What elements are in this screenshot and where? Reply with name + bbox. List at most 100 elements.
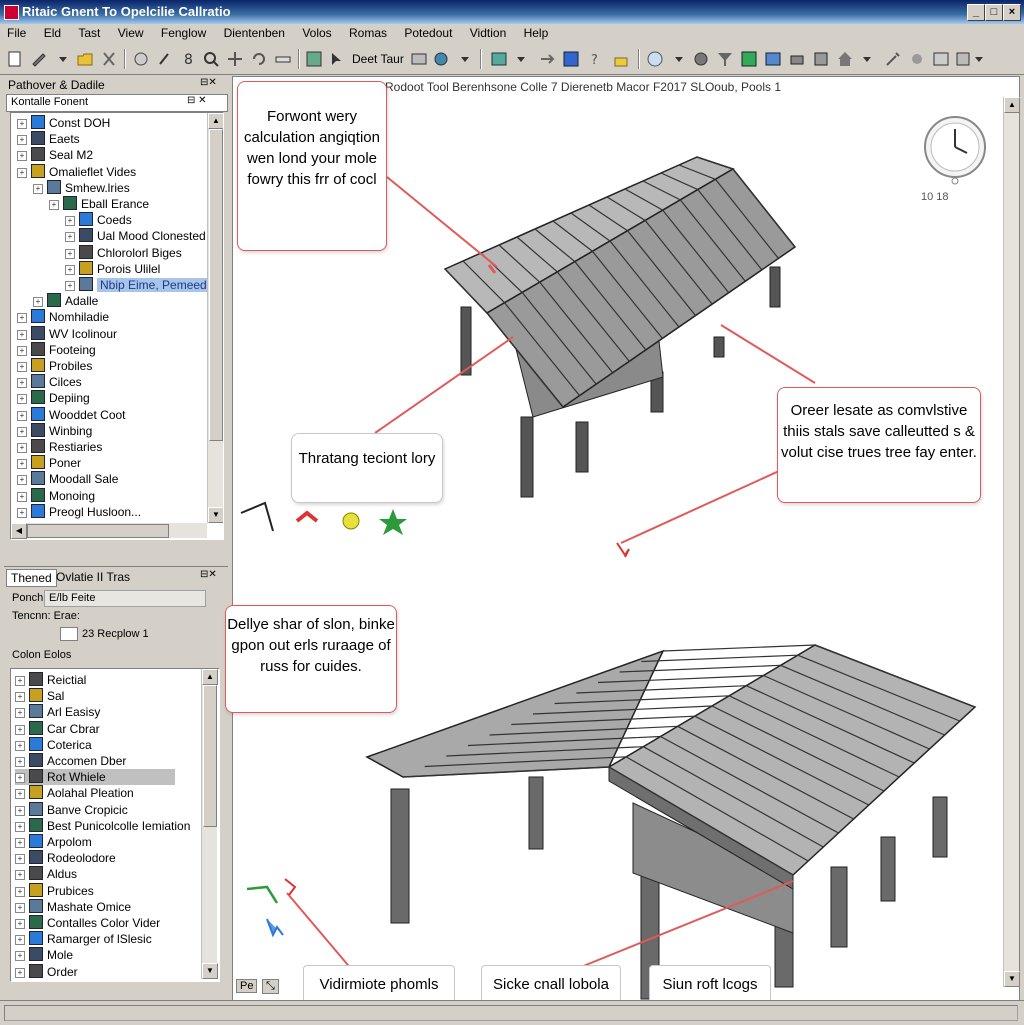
panel-close-icon[interactable]: ⊟✕: [200, 77, 217, 88]
lock-icon[interactable]: [612, 50, 630, 68]
expand-icon[interactable]: +: [65, 264, 75, 275]
list-item[interactable]: + Car Cbrar: [15, 720, 100, 737]
list-item[interactable]: + Contalles Color Vider: [15, 915, 160, 931]
filter-field[interactable]: Kontalle Fonent ⊟ ✕: [6, 94, 228, 112]
dropdown-arrow-icon[interactable]: [456, 50, 474, 68]
expand-icon[interactable]: +: [17, 443, 27, 453]
tree-item[interactable]: + Ual Mood Clonested: [65, 228, 206, 244]
close-button[interactable]: ×: [1003, 4, 1021, 21]
list-item[interactable]: + Order: [15, 963, 78, 980]
tree-item[interactable]: + Porois Ulilel: [65, 260, 160, 277]
hscroll-thumb[interactable]: [27, 524, 169, 538]
render-icon[interactable]: [410, 50, 428, 68]
dropdown-arrow-icon[interactable]: [512, 50, 530, 68]
menu-item[interactable]: File: [0, 24, 33, 42]
menu-item[interactable]: Help: [517, 24, 556, 42]
expand-icon[interactable]: +: [17, 475, 27, 486]
expand-icon[interactable]: +: [17, 378, 27, 389]
pointer-icon[interactable]: [328, 50, 346, 68]
tree-item[interactable]: + WV Icolinour: [17, 325, 117, 342]
snap-icon[interactable]: 8: [180, 50, 198, 68]
expand-icon[interactable]: +: [17, 362, 27, 372]
filter-options-icon[interactable]: ⊟ ✕: [187, 95, 207, 106]
expand-icon[interactable]: +: [65, 248, 75, 259]
clock-widget[interactable]: [924, 116, 986, 185]
options-icon[interactable]: [908, 50, 926, 68]
expand-icon[interactable]: +: [17, 345, 27, 356]
expand-icon[interactable]: +: [15, 724, 25, 735]
export-icon[interactable]: [812, 50, 830, 68]
expand-icon[interactable]: +: [15, 919, 25, 929]
rotate-icon[interactable]: [250, 50, 268, 68]
panel-close-icon[interactable]: ⊟✕: [200, 569, 217, 580]
menu-item[interactable]: Romas: [342, 24, 394, 42]
tree-item[interactable]: + Chlorolorl Biges: [65, 244, 182, 261]
grid-icon[interactable]: [305, 50, 323, 68]
tree-item[interactable]: + Restiaries: [17, 439, 102, 455]
tree-item[interactable]: + Preogl Husloon...: [17, 503, 141, 520]
list-item[interactable]: + Aolahal Pleation: [15, 785, 134, 801]
image-icon[interactable]: [764, 50, 782, 68]
filter-icon[interactable]: [716, 50, 734, 68]
expand-icon[interactable]: +: [17, 394, 27, 405]
menu-item[interactable]: View: [111, 24, 151, 42]
open-folder-icon[interactable]: [76, 50, 94, 68]
expand-icon[interactable]: +: [17, 167, 27, 178]
scroll-up-icon[interactable]: ▲: [202, 669, 218, 685]
expand-icon[interactable]: +: [15, 789, 25, 800]
menu-item[interactable]: Dientenben: [217, 24, 292, 42]
tools-icon[interactable]: [884, 50, 902, 68]
expand-icon[interactable]: +: [65, 216, 75, 227]
scroll-left-icon[interactable]: ◀: [11, 523, 27, 539]
tree-hscrollbar[interactable]: ◀: [11, 523, 207, 539]
expand-icon[interactable]: +: [65, 232, 75, 243]
expand-icon[interactable]: +: [17, 426, 27, 437]
expand-icon[interactable]: +: [17, 459, 27, 470]
expand-icon[interactable]: +: [15, 854, 25, 865]
list-item[interactable]: + Rot Whiele: [15, 769, 175, 786]
properties-icon[interactable]: [740, 50, 758, 68]
layers-icon[interactable]: [490, 50, 508, 68]
tree-item[interactable]: + Probiles: [17, 358, 92, 374]
expand-icon[interactable]: +: [17, 491, 27, 502]
expand-icon[interactable]: +: [65, 281, 75, 291]
list-item[interactable]: + Arpolom: [15, 834, 92, 850]
expand-icon[interactable]: +: [15, 902, 25, 913]
list-item[interactable]: + Ramarger of lSlesic: [15, 931, 152, 947]
shade-icon[interactable]: [432, 50, 450, 68]
list-item[interactable]: + Aldus: [15, 866, 77, 882]
expand-icon[interactable]: +: [15, 692, 25, 703]
list-scrollbar[interactable]: ▲ ▼: [201, 669, 218, 979]
tool-icon[interactable]: [132, 50, 150, 68]
list-item[interactable]: + Banve Cropicic: [15, 801, 128, 818]
maximize-button[interactable]: □: [985, 4, 1003, 21]
scroll-thumb[interactable]: [209, 129, 223, 441]
scale-icon[interactable]: ⤡: [262, 979, 279, 994]
cut-icon[interactable]: [100, 50, 118, 68]
expand-icon[interactable]: +: [15, 773, 25, 784]
tree-item[interactable]: + Const DOH: [17, 115, 110, 131]
expand-icon[interactable]: +: [15, 740, 25, 751]
expand-icon[interactable]: +: [15, 870, 25, 881]
tree-item[interactable]: + Wooddet Coot: [17, 406, 126, 423]
tree-item[interactable]: + Winbing: [17, 422, 92, 439]
zoom-icon[interactable]: [202, 50, 220, 68]
home-icon[interactable]: [836, 50, 854, 68]
window-icon[interactable]: [932, 50, 950, 68]
tree-item[interactable]: + Cilces: [17, 374, 82, 390]
tree-item[interactable]: + Adalle: [33, 293, 98, 309]
expand-icon[interactable]: +: [15, 838, 25, 848]
tree-item[interactable]: + Monoing: [17, 487, 95, 504]
tree-item[interactable]: + Poner: [17, 455, 81, 471]
list-item[interactable]: + Coterica: [15, 736, 92, 753]
expand-icon[interactable]: +: [17, 313, 27, 324]
expand-icon[interactable]: +: [17, 507, 27, 518]
list-item[interactable]: + Sal: [15, 688, 64, 704]
scroll-up-icon[interactable]: ▲: [1004, 97, 1020, 113]
tree-item[interactable]: + Coeds: [65, 212, 132, 228]
list-item[interactable]: + Mashate Omice: [15, 898, 131, 915]
menu-item[interactable]: Vidtion: [463, 24, 513, 42]
scroll-down-icon[interactable]: ▼: [208, 507, 223, 523]
expand-icon[interactable]: +: [17, 329, 27, 340]
menu-item[interactable]: Fenglow: [154, 24, 213, 42]
